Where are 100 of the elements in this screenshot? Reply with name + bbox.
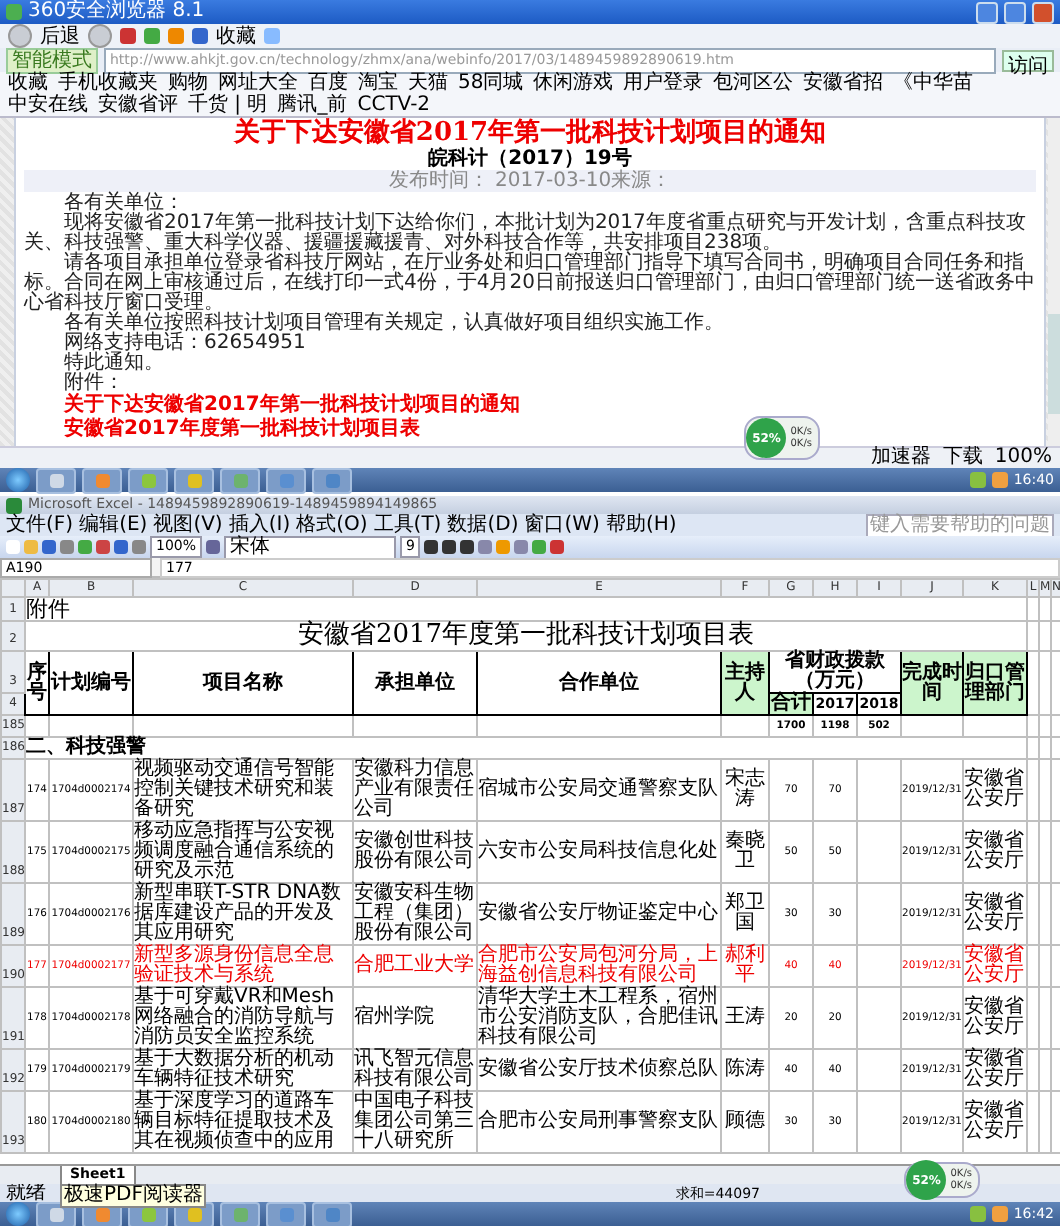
start-button[interactable] [6, 1202, 30, 1226]
menu-item[interactable]: 帮助(H) [605, 514, 677, 536]
status-item[interactable]: 100% [994, 448, 1052, 468]
table-cell: 安徽省公安厅 [963, 1091, 1027, 1153]
start-button[interactable] [6, 468, 30, 492]
bookmark-link[interactable]: 休闲游戏 [533, 72, 614, 94]
tooltip: 极速PDF阅读器 [60, 1184, 207, 1208]
taskbar-button[interactable] [266, 467, 306, 493]
table-cell: 安徽省公安厅技术侦察总队 [477, 1049, 721, 1091]
table-cell: 中国电子科技集团公司第三十八研究所 [353, 1091, 477, 1153]
column-header: 归口管理部门 [963, 651, 1027, 715]
table-cell: 郝利平 [721, 945, 769, 987]
table-cell: 新型多源身份信息全息验证技术与系统 [133, 945, 353, 987]
bookmark-link[interactable]: 腾讯_前 [277, 94, 348, 116]
bookmark-link[interactable]: 中安在线 [8, 94, 88, 116]
taskbar-button[interactable] [82, 467, 122, 493]
status-item[interactable]: 下载 [942, 448, 983, 468]
paragraph: 请各项目承担单位登录省科技厅网站，在厅业务处和归口管理部门指导下填写合同书，明确项目合同任务和指标。合同在网上审核通过后，在线打印一式4份，于4月20日前报送归口管理部门，由归口管理部门统一送省政务中心省科技厅窗口受理。 [24, 254, 1036, 314]
table-cell: 讯飞智元信息科技有限公司 [353, 1049, 477, 1091]
paragraph: 各有关单位按照科技计划项目管理有关规定，认真做好项目组织实施工作。 [62, 314, 726, 334]
table-cell: 宿州学院 [353, 987, 477, 1049]
bookmark-link[interactable]: 安徽省评 [98, 94, 178, 116]
section-heading: 二、科技强警 [25, 737, 1027, 759]
publish-info: 发布时间： 2017-03-10来源： [24, 170, 1036, 192]
bookmark-link[interactable]: 《中华苗 [893, 72, 974, 94]
table-cell: 宿城市公安局交通警察支队 [477, 759, 721, 821]
taskbar-button[interactable] [266, 1201, 306, 1226]
table-cell: 基于大数据分析的机动车辆特征技术研究 [133, 1049, 353, 1091]
paragraph: 网络支持电话：62654951 [62, 334, 308, 354]
table-cell: 附件 [25, 597, 1027, 621]
document-number: 皖科计（2017）19号 [428, 148, 632, 170]
forward-icon[interactable] [88, 24, 112, 48]
close-button[interactable] [1032, 1, 1054, 23]
paragraph: 特此通知。 [62, 354, 166, 374]
bookmark-link[interactable]: 网址大全 [218, 72, 298, 94]
select-all-corner[interactable] [1, 579, 25, 597]
attachment-link[interactable]: 安徽省2017年度第一批科技计划项目表 [64, 418, 420, 440]
font-field[interactable]: 宋体 [224, 535, 397, 559]
bookmark-link[interactable]: 购物 [168, 72, 208, 94]
menu-item[interactable]: 工具(T) [373, 514, 442, 536]
menu-item[interactable]: 窗口(W) [524, 514, 600, 536]
go-button[interactable]: 访问 [1002, 49, 1054, 71]
menu-item[interactable]: 格式(O) [296, 514, 368, 536]
taskbar-button[interactable] [220, 1201, 260, 1226]
column-header: 主持人 [721, 651, 769, 715]
bookmark-link[interactable]: 淘宝 [358, 72, 398, 94]
paragraph: 各有关单位： [62, 194, 184, 214]
maximize-button[interactable] [1004, 1, 1026, 23]
column-header: 计划编号 [49, 651, 133, 715]
column-header: 序号 [25, 651, 49, 715]
bookmark-link[interactable]: 安徽省招 [803, 72, 884, 94]
menu-item[interactable]: 编辑(E) [79, 514, 148, 536]
column-header: 项目名称 [133, 651, 353, 715]
table-cell: 陈涛 [721, 1049, 769, 1091]
back-icon[interactable] [8, 24, 32, 48]
favorites-button[interactable]: 收藏 [216, 22, 256, 50]
status-item[interactable]: 加速器 [870, 448, 931, 468]
taskbar-button[interactable] [220, 467, 260, 493]
table-cell: 安徽省公安厅 [963, 759, 1027, 821]
taskbar-button[interactable] [36, 467, 76, 493]
paragraph: 现将安徽省2017年第一批科技计划下达给你们，本批计划为2017年度省重点研究与开发计划，含重点科技攻关、科技强警、重大科学仪器、援疆援藏援青、对外科技合作等，共安排项目238项。 [24, 214, 1028, 254]
bookmark-link[interactable]: 手机收藏夹 [58, 72, 158, 94]
bookmark-link[interactable]: 百度 [308, 72, 348, 94]
minimize-button[interactable] [976, 1, 998, 23]
table-cell: 六安市公安局科技信息化处 [477, 821, 721, 883]
bookmark-link[interactable]: CCTV-2 [357, 94, 431, 116]
bookmark-link[interactable]: 用户登录 [623, 72, 704, 94]
table-cell: 合肥工业大学 [353, 945, 477, 987]
column-header: 合作单位 [477, 651, 721, 715]
table-cell: 安徽省公安厅 [963, 883, 1027, 945]
taskbar-button[interactable] [174, 467, 214, 493]
table-cell: 移动应急指挥与公安视频调度融合通信系统的研究及示范 [133, 821, 353, 883]
table-cell: 合肥市公安局刑事警察支队 [477, 1091, 721, 1153]
taskbar-button[interactable] [312, 467, 352, 493]
scrollbar[interactable] [1048, 118, 1060, 446]
menu-item[interactable]: 插入(I) [228, 514, 291, 536]
table-cell: 安徽安科生物工程（集团）股份有限公司 [353, 883, 477, 945]
taskbar-button[interactable] [128, 467, 168, 493]
table-cell: 王涛 [721, 987, 769, 1049]
bookmark-link[interactable]: 天猫 [408, 72, 448, 94]
toolbar-icon[interactable] [206, 540, 221, 554]
menu-item[interactable]: 数据(D) [447, 514, 519, 536]
table-cell: 安徽科力信息产业有限责任公司 [353, 759, 477, 821]
menu-item[interactable]: 文件(F) [6, 514, 74, 536]
menu-item[interactable]: 视图(V) [153, 514, 223, 536]
table-cell: 新型串联T-STR DNA数据库建设产品的开发及其应用研究 [133, 883, 353, 945]
bookmark-link[interactable]: 千货 | 明 [188, 94, 268, 116]
table-cell: 合肥市公安局包河分局，上海益创信息科技有限公司 [477, 945, 721, 987]
table-cell: 安徽省公安厅 [963, 987, 1027, 1049]
bookmark-link[interactable]: 58同城 [458, 72, 524, 94]
column-header: 完成时间 [901, 651, 963, 715]
bookmark-link[interactable]: 收藏 [8, 72, 48, 94]
mode-button[interactable]: 智能模式 [6, 47, 98, 73]
document-title: 关于下达安徽省2017年第一批科技计划项目的通知 [231, 120, 829, 148]
bookmark-link[interactable]: 包河区公 [713, 72, 794, 94]
table-cell: 安徽创世科技股份有限公司 [353, 821, 477, 883]
column-header: 承担单位 [353, 651, 477, 715]
taskbar-button[interactable] [312, 1201, 352, 1226]
back-label[interactable]: 后退 [40, 22, 80, 50]
attachment-link[interactable]: 关于下达安徽省2017年第一批科技计划项目的通知 [64, 394, 520, 416]
